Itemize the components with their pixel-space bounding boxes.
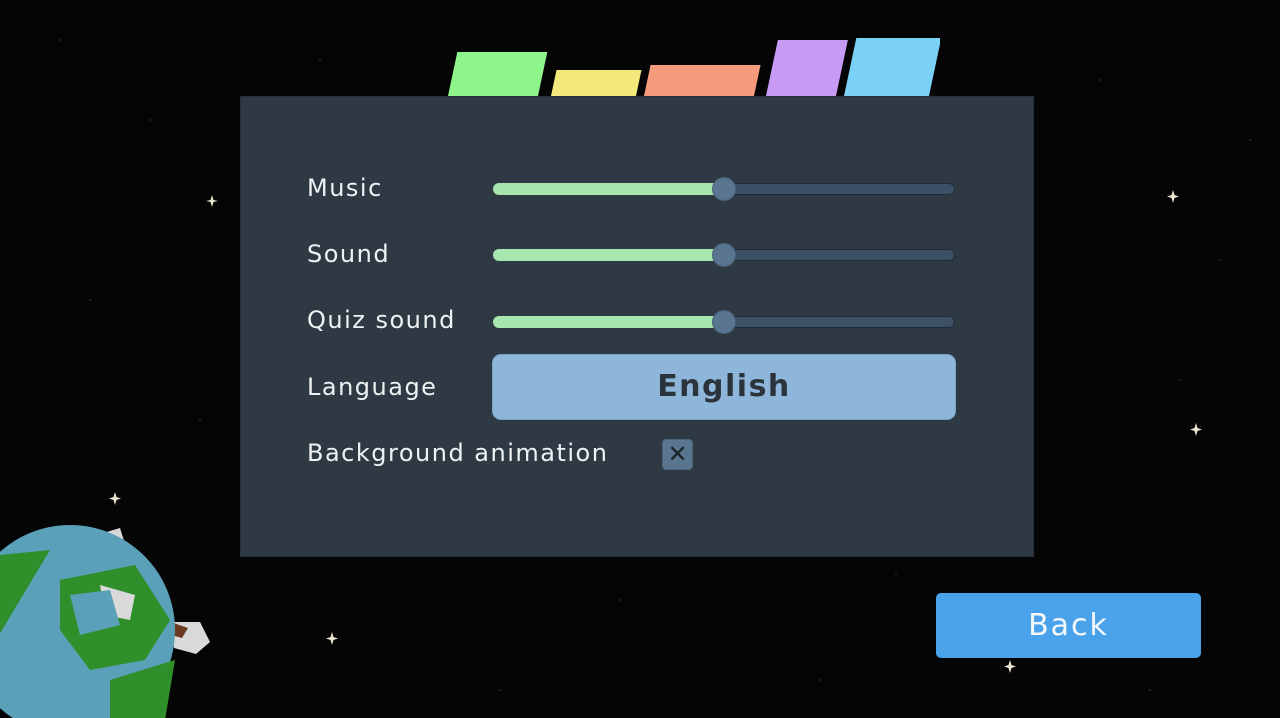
- quiz-sound-slider[interactable]: [493, 310, 955, 334]
- sound-slider-fill: [493, 249, 724, 261]
- quiz-sound-slider-fill: [493, 316, 724, 328]
- star-icon: [1004, 660, 1016, 673]
- checkmark-x-icon: ✕: [667, 440, 688, 468]
- music-slider[interactable]: [493, 177, 955, 201]
- star-icon: [326, 632, 338, 645]
- language-button[interactable]: English: [492, 354, 956, 420]
- star-icon: [109, 492, 121, 505]
- music-label: Music: [307, 174, 383, 202]
- star-icon: [1190, 423, 1202, 436]
- music-slider-fill: [493, 183, 724, 195]
- quiz-sound-label: Quiz sound: [307, 306, 456, 334]
- star-icon: [1167, 190, 1179, 203]
- sound-slider-knob[interactable]: [712, 243, 736, 267]
- music-slider-knob[interactable]: [712, 177, 736, 201]
- background-animation-checkbox[interactable]: ✕: [662, 439, 693, 470]
- background-animation-label: Background animation: [307, 439, 609, 467]
- sound-slider[interactable]: [493, 243, 955, 267]
- planet-illustration: [0, 525, 210, 718]
- back-button[interactable]: Back: [936, 593, 1201, 658]
- settings-screen: Music Sound Quiz sound Language English …: [0, 0, 1280, 718]
- quiz-sound-slider-knob[interactable]: [712, 310, 736, 334]
- sound-label: Sound: [307, 240, 391, 268]
- language-label: Language: [307, 373, 438, 401]
- settings-panel: Music Sound Quiz sound Language English …: [240, 96, 1034, 557]
- star-icon: [206, 195, 218, 207]
